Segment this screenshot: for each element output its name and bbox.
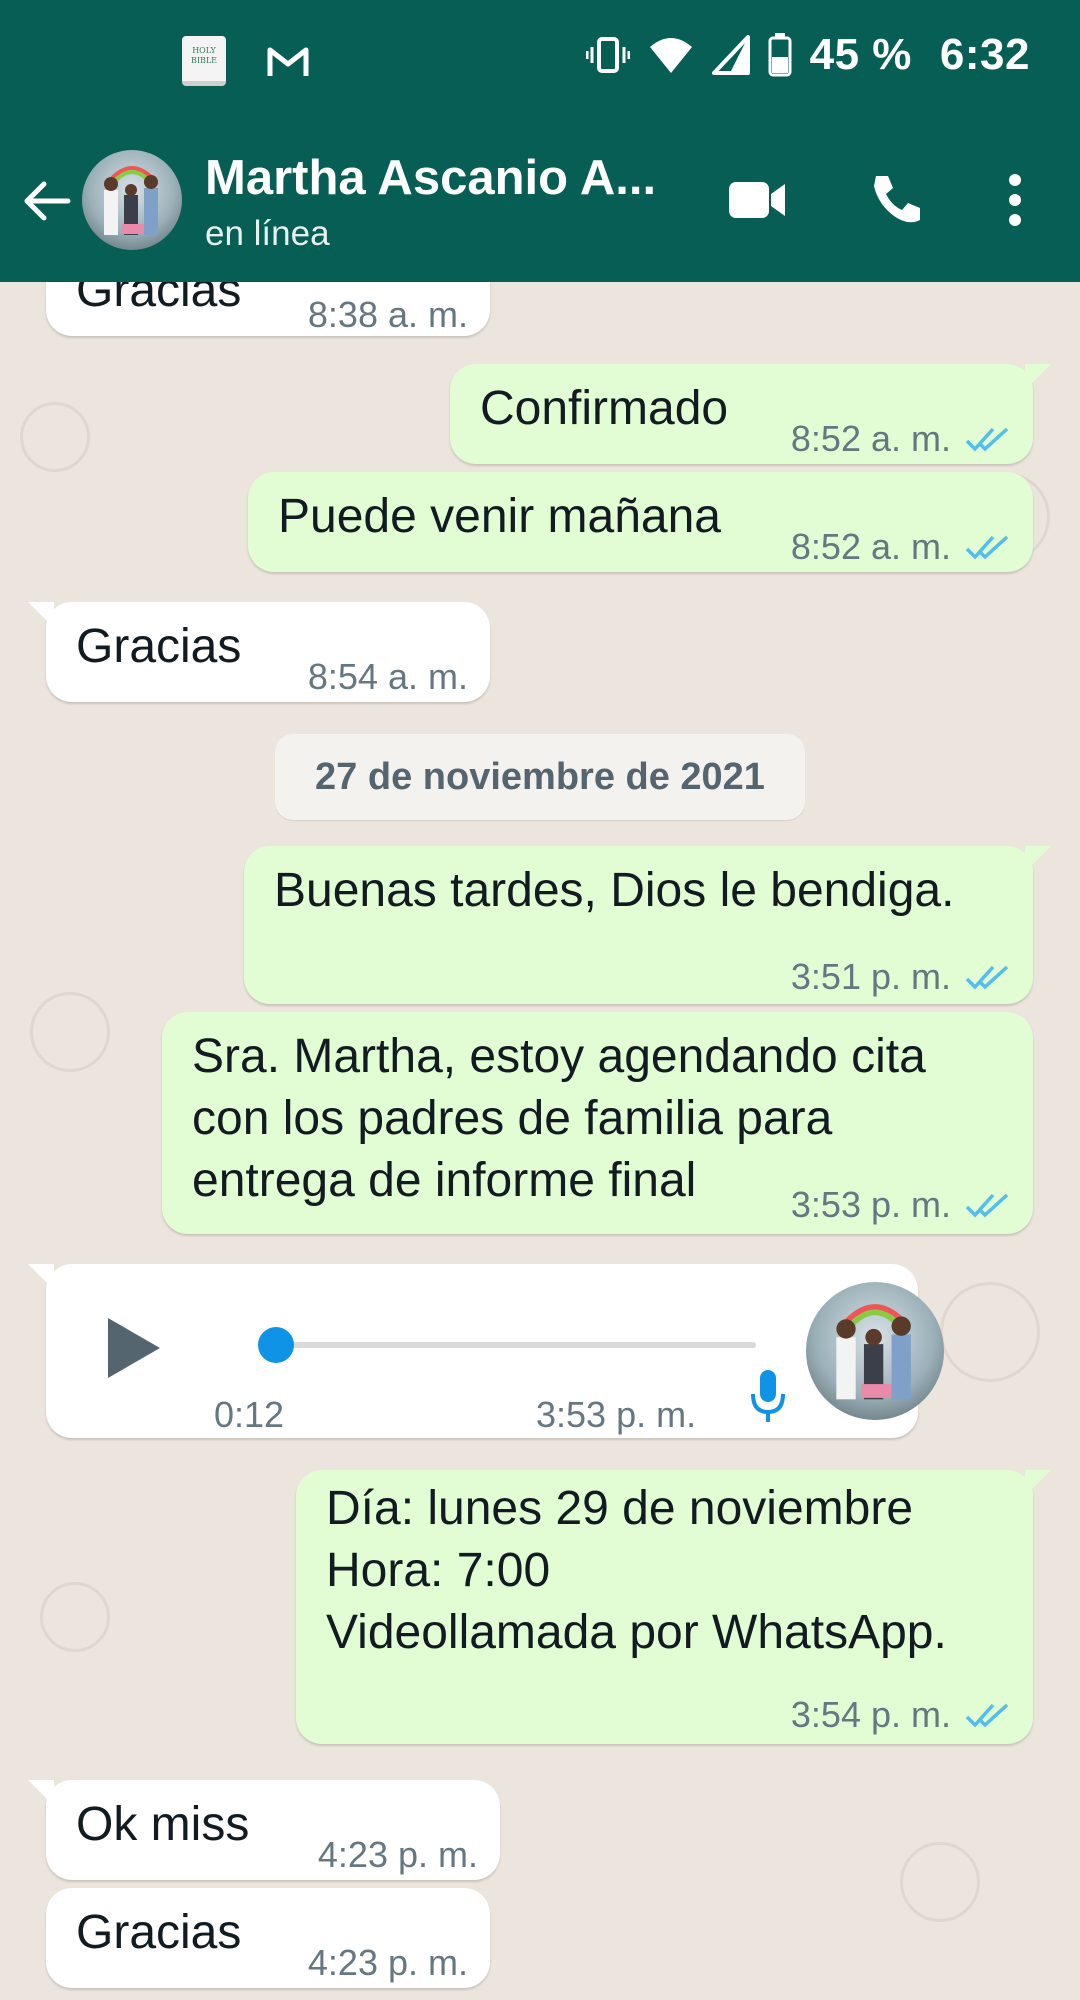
clock: 6:32 (939, 30, 1030, 79)
status-bar: HOLY BIBLE 45 % 6:32 (0, 0, 1080, 120)
battery-percentage: 45 % (809, 30, 912, 79)
wifi-icon (649, 38, 692, 73)
message-text: Buenas tardes, Dios le bendiga. (274, 864, 955, 917)
message-time: 8:52 a. m. (791, 408, 1011, 470)
gmail-icon (267, 47, 309, 76)
more-options-icon[interactable] (1005, 172, 1025, 228)
message-time: 4:23 p. m. (317, 1834, 478, 1875)
date-separator: 27 de noviembre de 2021 (275, 734, 805, 820)
voice-call-icon[interactable] (868, 172, 924, 228)
read-receipt-icon (965, 1193, 1009, 1218)
holy-bible-app-icon: HOLY BIBLE (182, 36, 226, 86)
message-bubble-outgoing[interactable]: Sra. Martha, estoy agendando cita con lo… (162, 1012, 1033, 1234)
message-text: Ok miss (76, 1798, 250, 1851)
message-text: Gracias (76, 1906, 242, 1959)
voice-duration: 0:12 (214, 1394, 285, 1435)
message-time: 3:51 p. m. (791, 946, 1011, 1008)
message-bubble-incoming[interactable]: Gracias 4:23 p. m. (46, 1888, 490, 1988)
message-time: 4:23 p. m. (307, 1942, 468, 1983)
message-time: 3:53 p. m. (791, 1174, 1011, 1236)
read-receipt-icon (965, 427, 1009, 452)
voice-message-bubble[interactable]: 0:12 3:53 p. m. (28, 1264, 944, 1438)
contact-avatar[interactable] (82, 150, 182, 250)
message-bubble-outgoing[interactable]: Día: lunes 29 de noviembre Hora: 7:00 Vi… (296, 1470, 1051, 1746)
wallpaper-doodle (40, 1582, 110, 1652)
message-time: 8:38 a. m. (307, 294, 468, 335)
family-photo-icon (836, 1304, 911, 1400)
message-time: 8:54 a. m. (307, 656, 468, 697)
message-time: 8:52 a. m. (791, 516, 1011, 578)
message-bubble-outgoing[interactable]: Puede venir mañana 8:52 a. m. (248, 472, 1033, 572)
voice-progress-track[interactable] (261, 1342, 756, 1348)
battery-icon (768, 33, 792, 77)
message-text: Gracias (76, 620, 242, 673)
family-photo-icon (104, 166, 158, 235)
read-receipt-icon (965, 535, 1009, 560)
message-bubble-incoming[interactable]: Gracias 8:38 a. m. (46, 282, 490, 336)
message-time: 3:54 p. m. (791, 1684, 1011, 1746)
contact-status: en línea (205, 214, 330, 253)
wallpaper-doodle (900, 1842, 980, 1922)
back-arrow-icon[interactable] (22, 176, 72, 226)
message-text: Gracias (76, 282, 242, 317)
contact-name[interactable]: Martha Ascanio A... (205, 150, 665, 206)
message-bubble-outgoing[interactable]: Confirmado 8:52 a. m. (450, 364, 1051, 464)
vibrate-icon (585, 37, 630, 73)
chat-header: Martha Ascanio A... en línea (0, 120, 1080, 282)
wallpaper-doodle (30, 992, 110, 1072)
cellular-signal-icon (711, 35, 750, 75)
read-receipt-icon (965, 1703, 1009, 1728)
message-bubble-outgoing[interactable]: Buenas tardes, Dios le bendiga. 3:51 p. … (244, 846, 1051, 1004)
message-text: Confirmado (480, 382, 729, 435)
play-icon[interactable] (104, 1314, 164, 1382)
message-text: Puede venir mañana (278, 490, 721, 543)
microphone-icon (751, 1370, 785, 1422)
video-call-icon[interactable] (727, 172, 787, 228)
wallpaper-doodle (20, 402, 90, 472)
message-bubble-incoming[interactable]: Ok miss 4:23 p. m. (28, 1780, 500, 1880)
message-time: 3:53 p. m. (536, 1394, 697, 1435)
chat-area[interactable]: Gracias 8:38 a. m. Confirmado 8:52 a. m.… (0, 282, 1080, 2000)
read-receipt-icon (965, 965, 1009, 990)
wallpaper-doodle (940, 1282, 1040, 1382)
voice-progress-knob[interactable] (258, 1327, 294, 1363)
message-bubble-incoming[interactable]: Gracias 8:54 a. m. (28, 602, 490, 702)
sender-avatar (806, 1282, 944, 1420)
message-text: Día: lunes 29 de noviembre Hora: 7:00 Vi… (326, 1482, 947, 1659)
